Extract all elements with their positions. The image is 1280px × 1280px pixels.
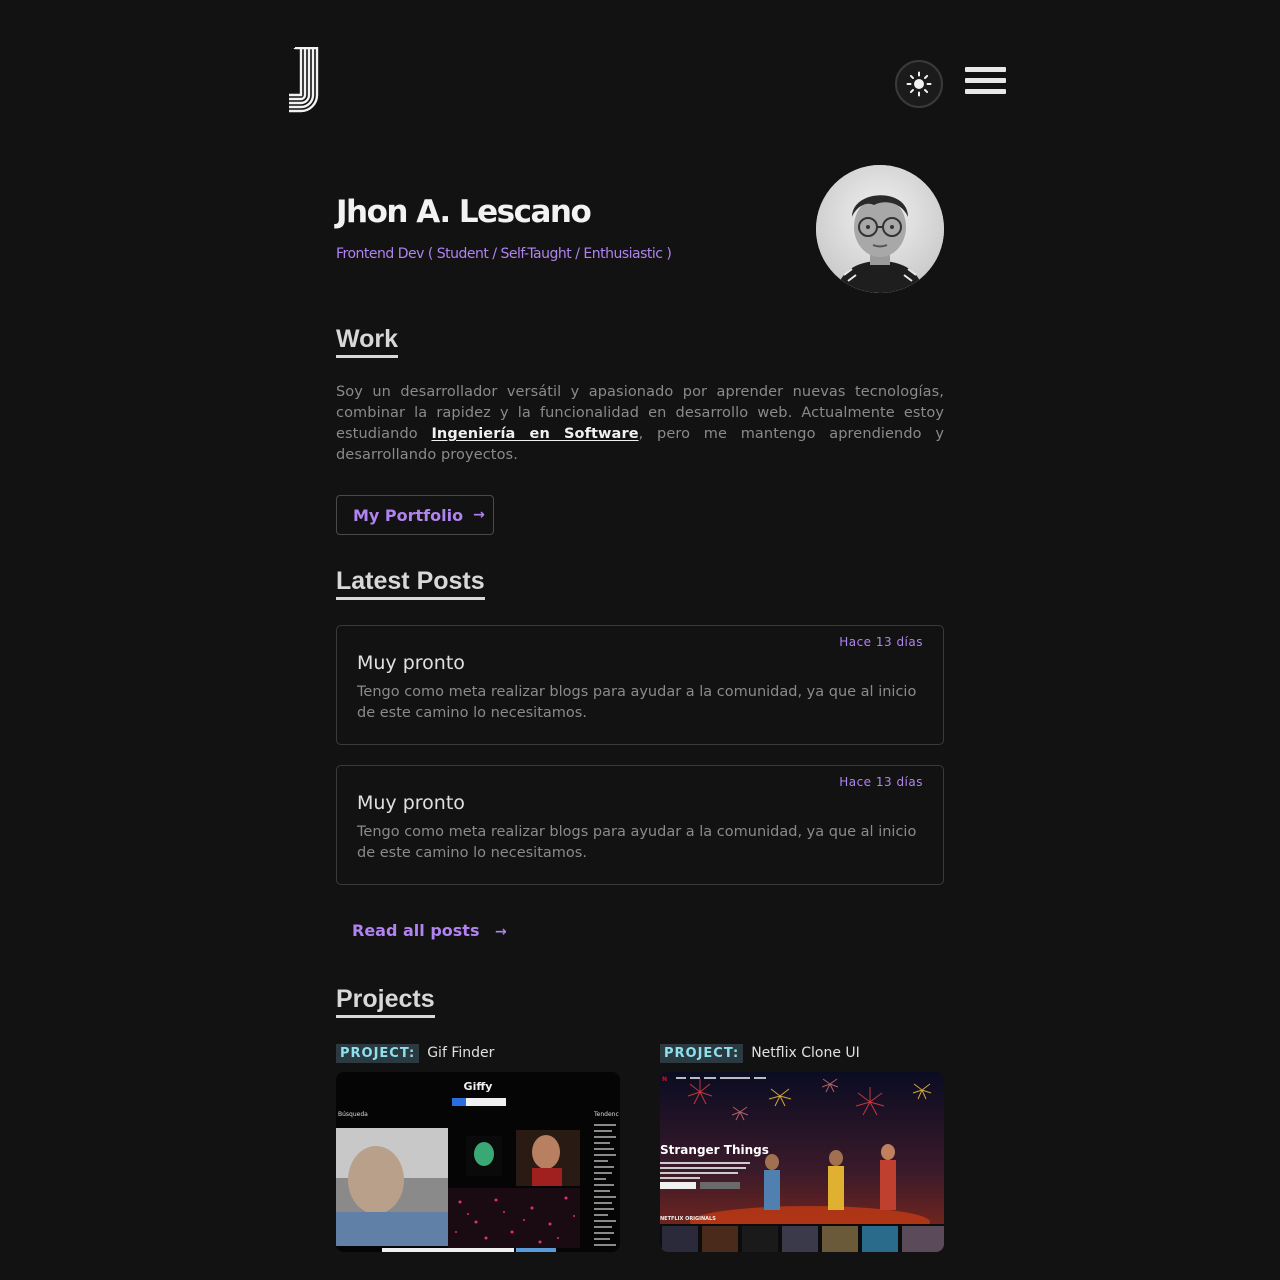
project-tag: PROJECT:	[660, 1043, 744, 1063]
software-engineering-link[interactable]: Ingeniería en Software	[431, 426, 638, 442]
thumb-app-title: Giffy	[464, 1080, 493, 1093]
logo[interactable]	[288, 46, 320, 113]
post-excerpt: Tengo como meta realizar blogs para ayud…	[357, 684, 917, 721]
gif-finder-screenshot: Giffy Búsqueda Tendenc	[336, 1072, 620, 1252]
logo-mark	[289, 46, 319, 113]
thumb-right-label: Tendenc	[593, 1111, 619, 1118]
read-all-posts-label: Read all posts	[352, 921, 480, 940]
profile-name: Jhon A. Lescano	[336, 194, 592, 230]
thumb-row-label: NETFLIX ORIGINALS	[660, 1216, 716, 1222]
avatar	[816, 165, 944, 293]
post-title: Muy pronto	[357, 652, 465, 674]
arrow-right-icon: →	[473, 507, 485, 523]
profile-role: Frontend Dev ( Student / Self-Taught / E…	[336, 246, 672, 262]
hamburger-menu-icon[interactable]	[965, 67, 1006, 100]
svg-text:N: N	[662, 1076, 667, 1083]
about-text: Soy un desarrollador versátil y apasiona…	[336, 382, 944, 466]
sun-icon	[906, 71, 932, 97]
project-card-netflix-clone: PROJECT: Netflix Clone UI N Stranger Thi…	[660, 1042, 944, 1252]
my-portfolio-button[interactable]: My Portfolio →	[336, 495, 494, 535]
project-name[interactable]: Netflix Clone UI	[751, 1045, 860, 1061]
post-date: Hace 13 días	[839, 635, 923, 649]
post-excerpt: Tengo como meta realizar blogs para ayud…	[357, 824, 917, 861]
my-portfolio-label: My Portfolio	[353, 505, 464, 525]
project-thumbnail-netflix-clone[interactable]: N Stranger Things NETFLIX ORIGINALS	[660, 1072, 944, 1252]
thumb-hero-title: Stranger Things	[660, 1143, 769, 1157]
theme-toggle-button[interactable]	[895, 60, 943, 108]
project-name[interactable]: Gif Finder	[427, 1045, 494, 1061]
projects-section-title: Projects	[336, 984, 435, 1018]
avatar-photo	[816, 165, 944, 293]
work-section-title: Work	[336, 324, 399, 358]
latest-posts-title: Latest Posts	[336, 566, 485, 600]
project-header: PROJECT: Netflix Clone UI	[660, 1042, 944, 1064]
post-card[interactable]: Hace 13 días Muy pronto Tengo como meta …	[336, 765, 944, 885]
arrow-right-icon: →	[495, 924, 507, 940]
thumb-left-label: Búsqueda	[338, 1111, 368, 1118]
post-title: Muy pronto	[357, 792, 465, 814]
netflix-clone-screenshot: N Stranger Things NETFLIX ORIGINALS	[660, 1072, 944, 1252]
site-header	[0, 0, 1280, 130]
read-all-posts-link[interactable]: Read all posts →	[352, 921, 507, 940]
post-card[interactable]: Hace 13 días Muy pronto Tengo como meta …	[336, 625, 944, 745]
project-header: PROJECT: Gif Finder	[336, 1042, 620, 1064]
project-card-gif-finder: PROJECT: Gif Finder Giffy Búsqueda Tende…	[336, 1042, 620, 1252]
project-thumbnail-gif-finder[interactable]: Giffy Búsqueda Tendenc	[336, 1072, 620, 1252]
post-date: Hace 13 días	[839, 775, 923, 789]
project-tag: PROJECT:	[336, 1043, 420, 1063]
